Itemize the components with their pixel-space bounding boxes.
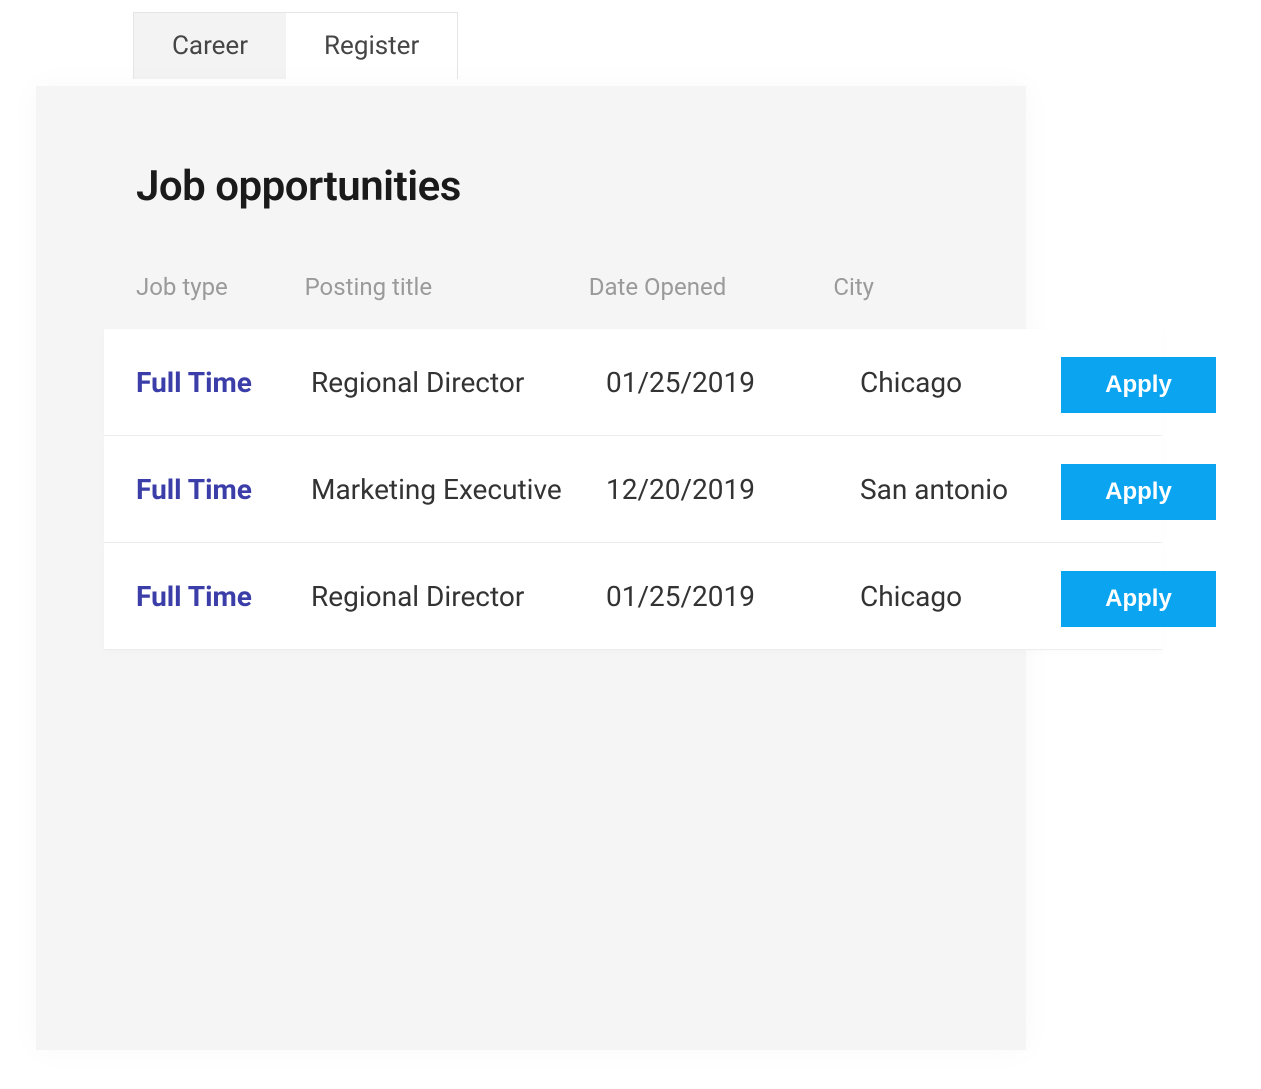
cell-date: 01/25/2019 bbox=[606, 366, 860, 399]
cell-jobtype: Full Time bbox=[136, 366, 311, 399]
table-row: Full Time Regional Director 01/25/2019 C… bbox=[104, 329, 1162, 436]
header-jobtype: Job type bbox=[136, 273, 305, 301]
header-date: Date Opened bbox=[589, 273, 834, 301]
cell-title: Regional Director bbox=[311, 366, 606, 399]
apply-button[interactable]: Apply bbox=[1061, 571, 1216, 627]
table-header-row: Job type Posting title Date Opened City bbox=[36, 273, 1026, 329]
apply-button[interactable]: Apply bbox=[1061, 357, 1216, 413]
tab-register[interactable]: Register bbox=[286, 13, 457, 79]
header-city: City bbox=[833, 273, 1026, 301]
cell-title: Regional Director bbox=[311, 580, 606, 613]
table-row: Full Time Regional Director 01/25/2019 C… bbox=[104, 543, 1162, 650]
tab-career[interactable]: Career bbox=[134, 13, 286, 79]
page-title: Job opportunities bbox=[36, 86, 1026, 211]
jobs-table: Job type Posting title Date Opened City … bbox=[36, 273, 1026, 650]
main-panel: Job opportunities Job type Posting title… bbox=[36, 86, 1026, 1050]
cell-title: Marketing Executive bbox=[311, 473, 606, 506]
header-title: Posting title bbox=[305, 273, 589, 301]
cell-date: 01/25/2019 bbox=[606, 580, 860, 613]
cell-jobtype: Full Time bbox=[136, 580, 311, 613]
table-row: Full Time Marketing Executive 12/20/2019… bbox=[104, 436, 1162, 543]
tabs: Career Register bbox=[133, 12, 458, 79]
cell-jobtype: Full Time bbox=[136, 473, 311, 506]
table-body: Full Time Regional Director 01/25/2019 C… bbox=[36, 329, 1026, 650]
apply-button[interactable]: Apply bbox=[1061, 464, 1216, 520]
cell-date: 12/20/2019 bbox=[606, 473, 860, 506]
